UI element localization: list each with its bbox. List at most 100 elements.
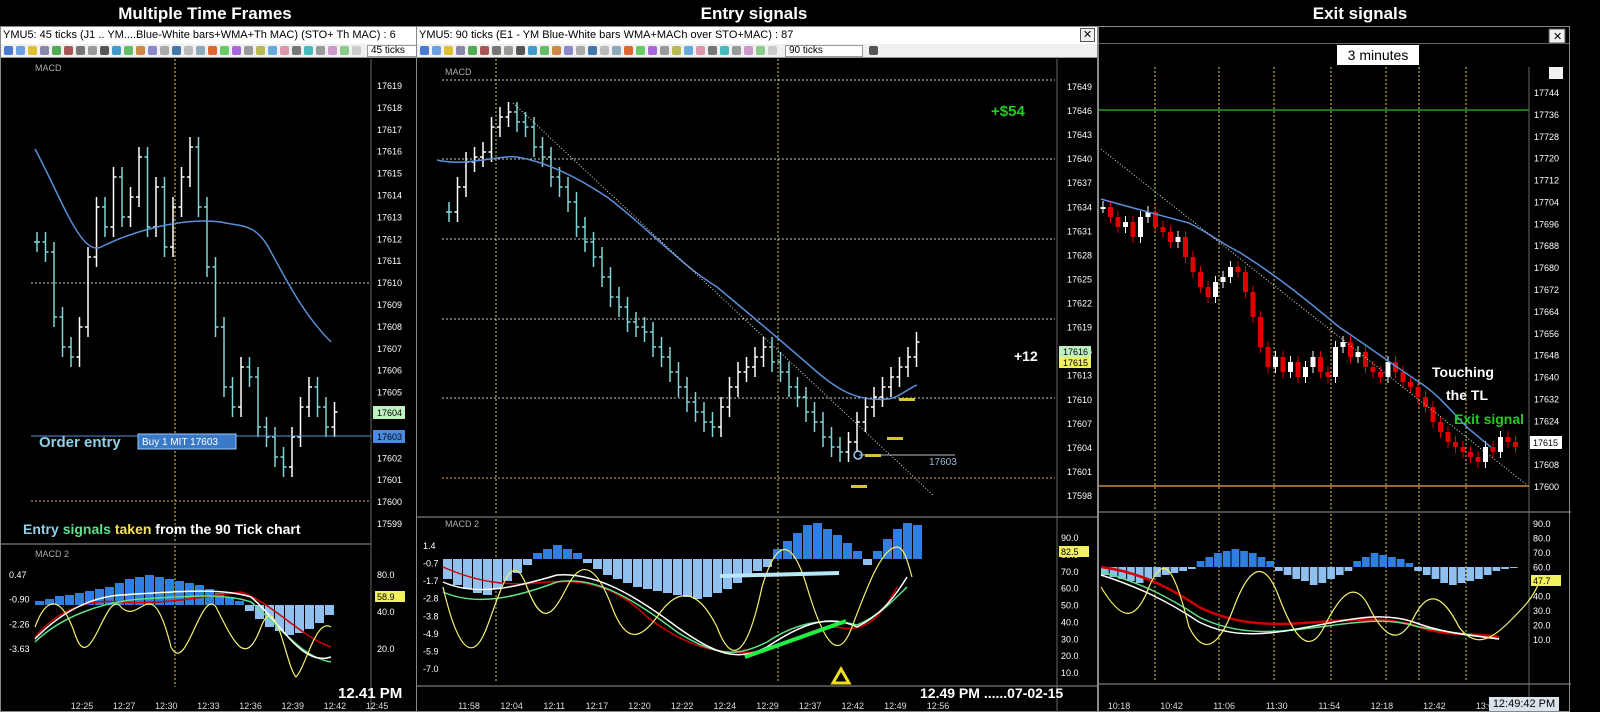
candle-body [1265,347,1271,367]
macd-histogram-bar [1422,567,1431,575]
macd-histogram-bar [185,583,194,605]
stoch-level-label: 80.0 [377,570,395,580]
candle-body [1318,357,1323,372]
macd-histogram-bar [1509,567,1518,568]
left-wma-line [34,148,332,343]
macd-histogram-bar [623,559,632,583]
price-tick-label: 17600 [1534,482,1559,492]
time-tick-label: 12:04 [500,701,523,711]
points-label: +12 [1014,348,1038,364]
macd-histogram-bar [733,559,742,583]
price-tick-label: 17602 [377,453,402,463]
candle-body [1460,447,1466,452]
stoch-level-label: 70.0 [1533,548,1551,558]
macd-histogram-bar [593,559,602,569]
macd-histogram-bar [1222,551,1231,567]
time-tick-label: 12:18 [1371,701,1394,711]
macd-histogram-bar [305,605,314,629]
price-tick-label: 17601 [377,475,402,485]
price-tick-label: 17728 [1534,132,1559,142]
time-tick-label: 12:29 [756,701,779,711]
price-tick-label: 17606 [377,366,402,376]
macd-histogram-bar [135,577,144,605]
price-tick-label: 17624 [1534,416,1559,426]
stoch-level-label: 40.0 [1533,592,1551,602]
macd-histogram-bar [1196,561,1205,567]
price-tag-green-text: 17616 [1063,347,1088,357]
time-tick-label: 12:11 [543,701,565,711]
candle-body [1475,457,1481,462]
stoch-level-label: 30.0 [1061,634,1079,644]
macd-histogram-bar [1440,567,1448,583]
macd-level-label: -3.8 [423,611,439,621]
macd-histogram-bar [523,559,532,565]
macd-histogram-bar [803,525,812,559]
macd-histogram-bar [913,525,922,559]
session-separators [1154,67,1467,682]
macd-histogram-bar [1188,567,1196,569]
macd-histogram-bar [653,559,662,591]
macd-histogram-bar [1449,567,1457,585]
time-tick-label: 10:42 [1160,701,1183,711]
time-tick-label: 11:54 [1318,701,1340,711]
macd-histogram-bar [1370,553,1379,567]
macd-histogram-bar [155,577,164,605]
stoch-value-tag-text: 82.5 [1061,547,1079,557]
price-tick-label: 17615 [377,169,402,179]
time-tick-label: 12:42 [841,701,864,711]
stoch-level-label: 50.0 [1061,601,1079,611]
candle-body [1288,362,1293,372]
signal-triangle-icon [830,665,852,685]
macd-label: MACD [445,67,472,77]
stoch-value-tag-text: 47.7 [1533,576,1551,586]
stoch-level-label: 60.0 [1061,584,1079,594]
macd-level-label: -2.8 [423,594,439,604]
candle-body [1378,372,1383,377]
candle-body [1190,257,1196,272]
macd-level-label: -1.7 [423,576,439,586]
candle-body [1490,447,1496,452]
macd-histogram-bar [1335,567,1344,575]
price-tick-label: 17712 [1534,176,1559,186]
macd-histogram-bar [683,559,692,597]
price-tick-label: 17622 [1067,299,1092,309]
candle-body [1198,272,1203,287]
left-timestamp: 12.41 PM [338,685,402,702]
time-tick-label: 12:49 [884,701,907,711]
stoch-level-label: 20.0 [1533,621,1551,631]
time-tick-label: 11:06 [1213,701,1235,711]
price-tick-label: 17704 [1534,197,1559,207]
time-tick-label: 12:42 [1423,701,1446,711]
price-tick-label: 17608 [377,322,402,332]
candle-body [1438,422,1443,432]
candle-body [1228,267,1233,277]
price-tag-text: 17615 [1533,438,1558,448]
macd-histogram-bar [35,601,44,605]
price-tick-label: 17618 [377,103,402,113]
time-tick-label: 12:36 [239,701,262,711]
price-tick-label: 17619 [1067,323,1092,333]
price-tick-label: 17617 [377,125,402,135]
middle-wma-line [436,156,918,401]
candle-body [1445,432,1451,442]
stoch-level-label: 80.0 [1533,534,1551,544]
macd-histogram-bar [75,593,84,605]
price-tick-label: 17599 [377,519,402,529]
scroll-button[interactable] [1549,67,1563,79]
macd-histogram-bar [1301,567,1309,581]
macd-histogram-bar [633,559,642,587]
price-tick-label: 17609 [377,300,402,310]
macd-histogram-bar [1492,567,1501,571]
macd-level-label: 1.4 [423,541,436,551]
divergence-line-osc [744,619,847,659]
price-tick-label: 17613 [377,212,402,222]
macd-histogram-bar [1266,561,1274,567]
candle-body [1213,282,1218,297]
price-tick-label: 17648 [1534,351,1559,361]
macd-histogram-bar [853,551,862,559]
macd-histogram-bar [1344,567,1353,571]
candle-body [1250,292,1256,317]
macd-histogram-bar [175,581,184,605]
price-tick-label: 17604 [1067,443,1092,453]
price-tick-label: 17608 [1534,460,1559,470]
